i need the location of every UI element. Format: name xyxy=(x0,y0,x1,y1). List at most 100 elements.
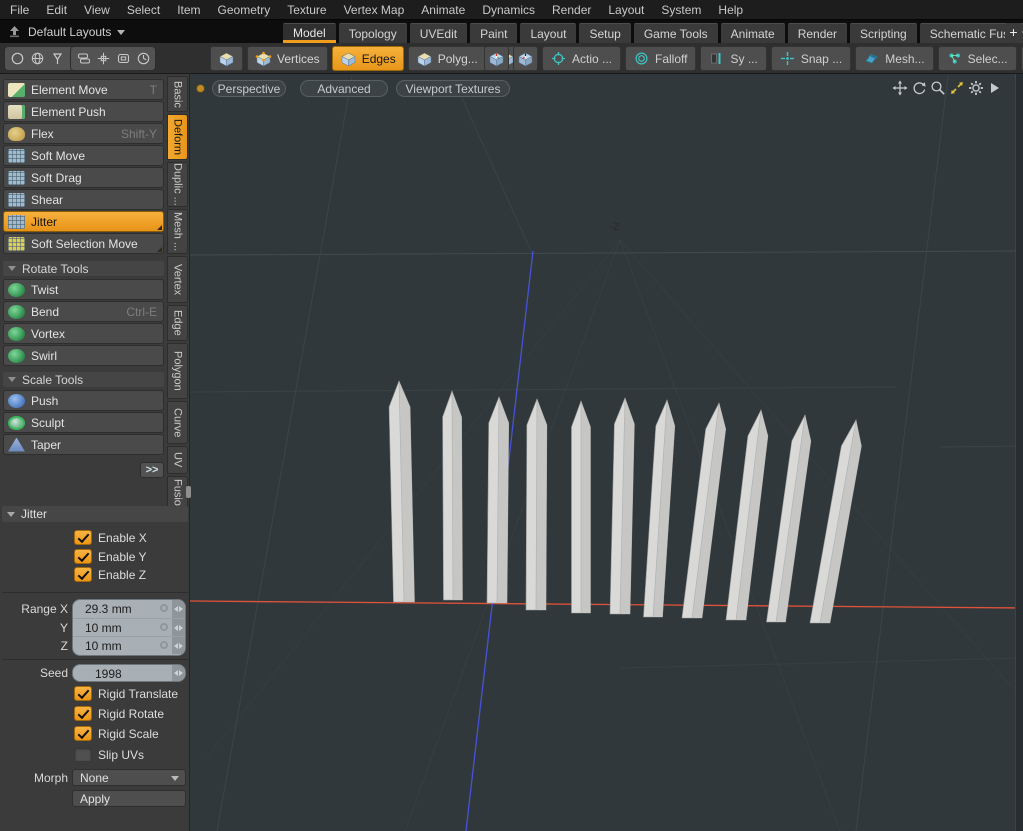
expand-palette-button[interactable]: >> xyxy=(140,462,164,478)
maximize-icon[interactable] xyxy=(949,80,965,96)
side-tab-duplic[interactable]: Duplic ... xyxy=(167,162,188,207)
tool-softdrag[interactable]: Soft Drag xyxy=(3,167,164,188)
menu-file[interactable]: File xyxy=(6,3,33,17)
polygons-mode-button[interactable]: Polyg... xyxy=(408,46,486,71)
expand-panel-icon[interactable] xyxy=(987,80,1003,96)
fence-picket[interactable] xyxy=(389,381,414,602)
mesh-constraint-button[interactable]: Mesh... xyxy=(855,46,933,71)
menu-system[interactable]: System xyxy=(657,3,705,17)
tool-vortex[interactable]: Vortex xyxy=(3,323,164,344)
side-tab-deform[interactable]: Deform xyxy=(167,114,188,160)
reset-circle-icon[interactable] xyxy=(160,641,168,649)
fence-picket[interactable] xyxy=(487,397,509,603)
enable-y-checkbox[interactable] xyxy=(74,549,92,564)
viewport-rotation-dot[interactable] xyxy=(197,85,204,92)
morph-dropdown[interactable]: None xyxy=(72,769,186,786)
reset-circle-icon[interactable] xyxy=(160,604,168,612)
fence-picket[interactable] xyxy=(610,398,634,614)
side-tab-basic[interactable]: Basic xyxy=(167,76,188,112)
layout-tab-topology[interactable]: Topology xyxy=(339,23,407,43)
3d-viewport[interactable]: -Z Perspective Advanced Viewport Texture… xyxy=(190,74,1023,831)
collapsed-right-panel[interactable] xyxy=(1015,74,1023,831)
rigid-translate-checkbox[interactable] xyxy=(74,686,92,701)
layout-tab-animate[interactable]: Animate xyxy=(721,23,785,43)
fence-picket[interactable] xyxy=(572,401,591,613)
tool-jitter[interactable]: Jitter xyxy=(3,211,164,232)
apply-button[interactable]: Apply xyxy=(72,790,186,807)
menu-vertexmap[interactable]: Vertex Map xyxy=(340,3,409,17)
fence-picket[interactable] xyxy=(443,391,463,600)
properties-header[interactable]: Jitter xyxy=(2,506,188,522)
panel-splitter-handle[interactable] xyxy=(186,486,191,498)
layout-tab-uvedit[interactable]: UVEdit xyxy=(410,23,467,43)
menu-layout[interactable]: Layout xyxy=(604,3,648,17)
tool-elementmove[interactable]: Element MoveT xyxy=(3,79,164,100)
fence-picket[interactable] xyxy=(810,420,861,623)
range-y-field[interactable]: 10 mm xyxy=(73,618,185,636)
menu-view[interactable]: View xyxy=(80,3,114,17)
snapping-button[interactable]: Snap ... xyxy=(771,46,851,71)
pin-drop-icon[interactable] xyxy=(48,49,66,68)
tool-push[interactable]: Push xyxy=(3,390,164,411)
layout-tab-paint[interactable]: Paint xyxy=(470,23,517,43)
menu-help[interactable]: Help xyxy=(714,3,747,17)
mini-slider-icon[interactable] xyxy=(172,637,185,654)
side-tab-uv[interactable]: UV xyxy=(167,446,188,474)
workplane-align-button[interactable] xyxy=(513,46,538,71)
tool-taper[interactable]: Taper xyxy=(3,434,164,455)
fence-picket[interactable] xyxy=(644,400,675,617)
fence-picket[interactable] xyxy=(726,410,768,620)
side-tab-curve[interactable]: Curve xyxy=(167,401,188,444)
menu-select[interactable]: Select xyxy=(123,3,164,17)
items-mode-button[interactable] xyxy=(210,46,243,71)
menu-texture[interactable]: Texture xyxy=(283,3,330,17)
tool-flex[interactable]: FlexShift-Y xyxy=(3,123,164,144)
scene-geometry[interactable] xyxy=(190,74,1023,831)
sphere-projection-icon[interactable] xyxy=(28,49,46,68)
edges-mode-button[interactable]: Edges xyxy=(332,46,404,71)
range-z-field[interactable]: 10 mm xyxy=(73,636,185,654)
fence-picket[interactable] xyxy=(767,415,811,622)
tool-bend[interactable]: BendCtrl-E xyxy=(3,301,164,322)
tool-sculpt[interactable]: Sculpt xyxy=(3,412,164,433)
side-tab-edge[interactable]: Edge xyxy=(167,305,188,341)
action-center-button[interactable]: Actio ... xyxy=(542,46,621,71)
mini-slider-icon[interactable] xyxy=(172,619,185,636)
add-layout-tab-button[interactable]: + xyxy=(1005,23,1022,43)
menu-edit[interactable]: Edit xyxy=(42,3,71,17)
mini-slider-icon[interactable] xyxy=(172,600,185,618)
symmetry-button[interactable]: Sy ... xyxy=(700,46,766,71)
fence-picket[interactable] xyxy=(682,403,726,618)
layout-tab-scripting[interactable]: Scripting xyxy=(850,23,917,43)
layout-tab-setup[interactable]: Setup xyxy=(579,23,630,43)
vertices-mode-button[interactable]: Vertices xyxy=(247,46,328,71)
box-select-icon[interactable] xyxy=(114,49,132,68)
tool-softselectionmove[interactable]: Soft Selection Move xyxy=(3,233,164,254)
slip-uvs-checkbox[interactable] xyxy=(74,747,92,762)
menu-render[interactable]: Render xyxy=(548,3,595,17)
falloff-button[interactable]: Falloff xyxy=(625,46,696,71)
orbit-icon[interactable] xyxy=(911,80,927,96)
layout-preset-dropdown[interactable]: Default Layouts xyxy=(28,25,125,39)
seed-field[interactable]: 1998 xyxy=(72,664,186,682)
zoom-icon[interactable] xyxy=(930,80,946,96)
reset-circle-icon[interactable] xyxy=(160,623,168,631)
lattice-icon[interactable] xyxy=(94,49,112,68)
lasso-circle-icon[interactable] xyxy=(8,49,26,68)
workplane-cube-button[interactable] xyxy=(484,46,509,71)
layout-tab-layout[interactable]: Layout xyxy=(520,23,576,43)
layout-tab-gametools[interactable]: Game Tools xyxy=(634,23,718,43)
tool-softmove[interactable]: Soft Move xyxy=(3,145,164,166)
rigid-scale-checkbox[interactable] xyxy=(74,726,92,741)
pan-icon[interactable] xyxy=(892,80,908,96)
fence-picket[interactable] xyxy=(526,399,547,610)
mini-slider-icon[interactable] xyxy=(172,665,185,681)
layout-tab-model[interactable]: Model xyxy=(283,23,336,43)
range-x-field[interactable]: 29.3 mm xyxy=(73,600,185,618)
enable-x-checkbox[interactable] xyxy=(74,530,92,545)
tool-twist[interactable]: Twist xyxy=(3,279,164,300)
menu-geometry[interactable]: Geometry xyxy=(214,3,275,17)
tool-elementpush[interactable]: Element Push xyxy=(3,101,164,122)
select-through-button[interactable]: Selec... xyxy=(938,46,1017,71)
menu-animate[interactable]: Animate xyxy=(417,3,469,17)
